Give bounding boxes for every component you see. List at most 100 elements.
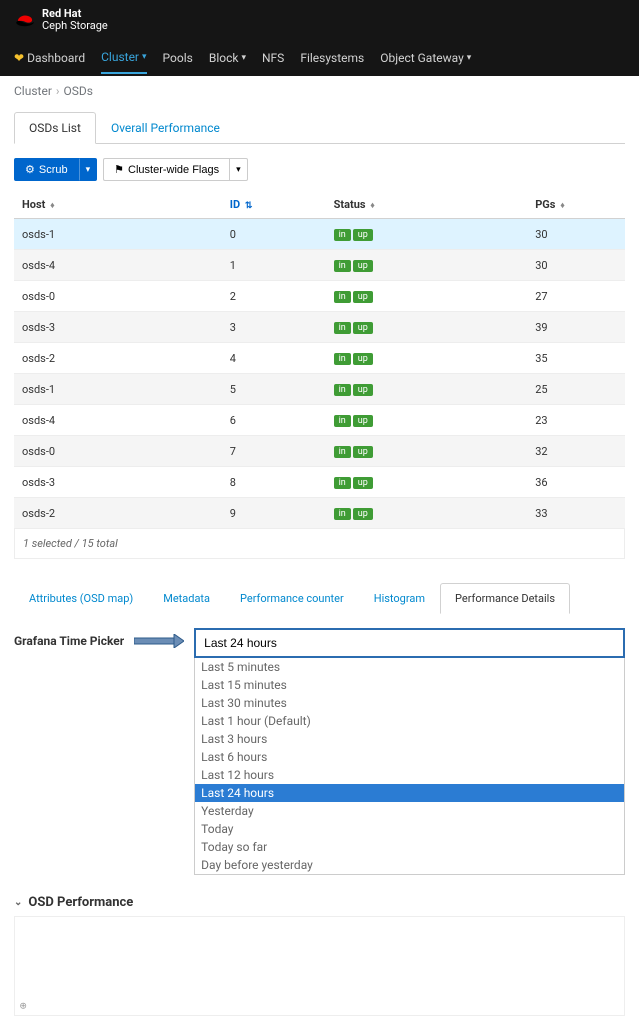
time-option[interactable]: Today so far	[195, 838, 624, 856]
table-row[interactable]: osds-1 0 inup 30	[14, 219, 625, 250]
nav-cluster[interactable]: Cluster▾	[101, 42, 146, 74]
status-badge-up: up	[353, 322, 373, 334]
tab-attributes[interactable]: Attributes (OSD map)	[14, 583, 148, 614]
cell-pgs: 36	[527, 467, 625, 498]
col-status[interactable]: Status ♦	[326, 191, 528, 219]
cell-host: osds-4	[14, 250, 222, 281]
cluster-flags-button[interactable]: ⚑Cluster-wide Flags	[103, 158, 229, 181]
cell-host: osds-1	[14, 374, 222, 405]
time-option[interactable]: Last 1 hour (Default)	[195, 712, 624, 730]
chevron-down-icon: ▾	[241, 53, 246, 63]
table-row[interactable]: osds-3 3 inup 39	[14, 312, 625, 343]
time-picker-row: Grafana Time Picker Last 5 minutesLast 1…	[14, 628, 625, 875]
cell-pgs: 32	[527, 436, 625, 467]
status-badge-in: in	[334, 260, 351, 272]
nav-pools[interactable]: Pools	[163, 43, 193, 73]
table-row[interactable]: osds-4 6 inup 23	[14, 405, 625, 436]
cell-host: osds-3	[14, 467, 222, 498]
nav-gateway[interactable]: Object Gateway▾	[380, 43, 471, 73]
time-option[interactable]: Today	[195, 820, 624, 838]
time-option[interactable]: Last 15 minutes	[195, 676, 624, 694]
cell-status: inup	[326, 405, 528, 436]
col-id[interactable]: ID ⇅	[222, 191, 326, 219]
perf-panel-header[interactable]: ⌄ OSD Performance	[14, 889, 625, 916]
table-row[interactable]: osds-3 8 inup 36	[14, 467, 625, 498]
tab-metadata[interactable]: Metadata	[148, 583, 225, 614]
cell-host: osds-1	[14, 219, 222, 250]
status-badge-in: in	[334, 291, 351, 303]
osds-table: Host ♦ ID ⇅ Status ♦ PGs ♦ osds-1 0 inup…	[14, 191, 625, 529]
time-options-list: Last 5 minutesLast 15 minutesLast 30 min…	[194, 658, 625, 875]
time-option[interactable]: Last 12 hours	[195, 766, 624, 784]
time-option[interactable]: Last 6 hours	[195, 748, 624, 766]
cell-id: 1	[222, 250, 326, 281]
status-badge-in: in	[334, 446, 351, 458]
scrub-button[interactable]: ⚙Scrub	[14, 158, 79, 181]
heart-icon: ❤	[14, 51, 24, 65]
cell-host: osds-4	[14, 405, 222, 436]
time-option[interactable]: Last 24 hours	[195, 784, 624, 802]
breadcrumb-cluster[interactable]: Cluster	[14, 84, 52, 98]
cell-id: 0	[222, 219, 326, 250]
chevron-down-icon: ▾	[236, 164, 241, 175]
breadcrumb-osds: OSDs	[64, 84, 93, 98]
table-row[interactable]: osds-4 1 inup 30	[14, 250, 625, 281]
table-row[interactable]: osds-2 4 inup 35	[14, 343, 625, 374]
cell-host: osds-0	[14, 281, 222, 312]
cell-pgs: 30	[527, 219, 625, 250]
scrub-button-group: ⚙Scrub ▾	[14, 158, 97, 181]
cell-status: inup	[326, 250, 528, 281]
tab-histogram[interactable]: Histogram	[359, 583, 440, 614]
time-option[interactable]: Yesterday	[195, 802, 624, 820]
col-pgs[interactable]: PGs ♦	[527, 191, 625, 219]
time-option[interactable]: Last 5 minutes	[195, 658, 624, 676]
tab-perf-counter[interactable]: Performance counter	[225, 583, 359, 614]
product-name: Ceph Storage	[42, 20, 108, 32]
chevron-down-icon: ⌄	[14, 897, 22, 908]
perf-panel: ⌄ OSD Performance ⊕	[14, 889, 625, 1016]
nav-dashboard[interactable]: ❤Dashboard	[14, 43, 85, 73]
cell-status: inup	[326, 219, 528, 250]
tab-overall-performance[interactable]: Overall Performance	[96, 112, 235, 144]
detail-tabs: Attributes (OSD map) Metadata Performanc…	[14, 583, 625, 614]
col-host[interactable]: Host ♦	[14, 191, 222, 219]
redhat-icon	[14, 12, 36, 28]
table-row[interactable]: osds-0 2 inup 27	[14, 281, 625, 312]
tab-osds-list[interactable]: OSDs List	[14, 112, 96, 144]
table-row[interactable]: osds-0 7 inup 32	[14, 436, 625, 467]
time-option[interactable]: Day before yesterday	[195, 856, 624, 874]
table-row[interactable]: osds-1 5 inup 25	[14, 374, 625, 405]
flag-icon: ⚑	[114, 163, 124, 176]
cell-host: osds-2	[14, 343, 222, 374]
time-option[interactable]: Last 30 minutes	[195, 694, 624, 712]
cell-status: inup	[326, 436, 528, 467]
status-badge-up: up	[353, 384, 373, 396]
nav-block[interactable]: Block▾	[209, 43, 246, 73]
chevron-down-icon: ▾	[142, 52, 147, 62]
cell-pgs: 33	[527, 498, 625, 529]
cell-id: 3	[222, 312, 326, 343]
time-picker-input[interactable]	[194, 628, 625, 658]
tab-perf-details[interactable]: Performance Details	[440, 583, 570, 614]
cell-id: 6	[222, 405, 326, 436]
table-row[interactable]: osds-2 9 inup 33	[14, 498, 625, 529]
status-badge-up: up	[353, 477, 373, 489]
sort-icon: ♦	[50, 201, 55, 211]
nav-filesystems[interactable]: Filesystems	[300, 43, 364, 73]
flags-dropdown[interactable]: ▾	[229, 158, 248, 181]
cell-id: 4	[222, 343, 326, 374]
status-badge-up: up	[353, 415, 373, 427]
scrub-dropdown[interactable]: ▾	[79, 158, 98, 181]
status-badge-up: up	[353, 446, 373, 458]
scrub-icon: ⚙	[25, 163, 35, 176]
cell-id: 9	[222, 498, 326, 529]
time-option[interactable]: Last 3 hours	[195, 730, 624, 748]
status-badge-up: up	[353, 508, 373, 520]
status-badge-in: in	[334, 322, 351, 334]
chevron-down-icon: ▾	[467, 53, 472, 63]
nav-nfs[interactable]: NFS	[262, 43, 284, 73]
cell-pgs: 25	[527, 374, 625, 405]
status-badge-in: in	[334, 353, 351, 365]
breadcrumb: Cluster›OSDs	[0, 76, 639, 106]
status-badge-in: in	[334, 508, 351, 520]
